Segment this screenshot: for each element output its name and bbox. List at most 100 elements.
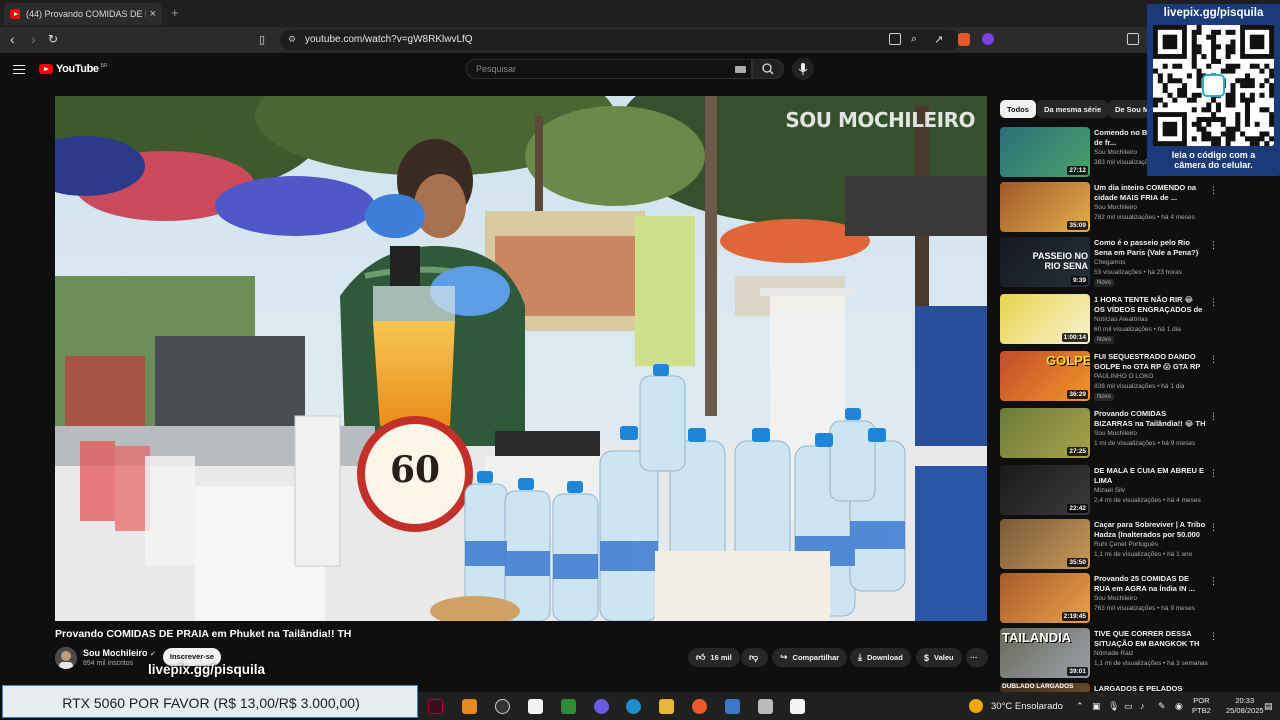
sidebar-toggle-icon[interactable] bbox=[1127, 33, 1139, 45]
bookmark-icon[interactable]: ▯ bbox=[259, 33, 265, 46]
recommendation-item[interactable]: 1:00:14 1 HORA TENTE NÃO RIR 😂 OS VÍDEOS … bbox=[1000, 294, 1220, 346]
recommendation-channel[interactable]: Sou Mochileiro bbox=[1094, 430, 1137, 437]
back-icon[interactable]: ‹ bbox=[10, 31, 15, 47]
keyboard-icon[interactable] bbox=[735, 66, 746, 73]
recommendation-title[interactable]: Caçar para Sobreviver | A Tribo Hadza (I… bbox=[1094, 520, 1206, 540]
recommendation-channel[interactable]: Nômade Raiz bbox=[1094, 650, 1133, 657]
pen-icon[interactable]: ✎ bbox=[1158, 701, 1166, 712]
recommendation-title[interactable]: Um dia inteiro COMENDO na cidade MAIS FR… bbox=[1094, 183, 1206, 203]
more-options-icon[interactable]: ⋮ bbox=[1209, 297, 1218, 308]
recommendation-thumbnail[interactable]: 2:19:45 bbox=[1000, 573, 1090, 623]
recommendation-title[interactable]: Como é o passeio pelo Rio Sena em Paris … bbox=[1094, 238, 1206, 258]
more-options-icon[interactable]: ⋮ bbox=[1209, 185, 1218, 196]
more-options-icon[interactable]: ⋮ bbox=[1209, 631, 1218, 642]
more-options-icon[interactable]: ⋮ bbox=[1209, 522, 1218, 533]
recommendation-thumbnail[interactable]: 35:09 bbox=[1000, 182, 1090, 232]
clock[interactable]: 20:33 25/08/2025 bbox=[1226, 696, 1264, 716]
more-options-icon[interactable]: ⋮ bbox=[1209, 576, 1218, 587]
forward-icon[interactable]: › bbox=[31, 31, 36, 47]
app-icon-10[interactable] bbox=[725, 699, 740, 714]
app-icon-4[interactable] bbox=[528, 699, 543, 714]
recommendation-thumbnail[interactable]: 39:01 TAILANDIA bbox=[1000, 628, 1090, 678]
recommendation-thumbnail[interactable]: 9:39 PASSEIO NO RIO SENA bbox=[1000, 237, 1090, 287]
app-icon-5[interactable] bbox=[561, 699, 576, 714]
channel-avatar[interactable] bbox=[55, 647, 77, 669]
more-options-icon[interactable]: ⋮ bbox=[1209, 354, 1218, 365]
dislike-button[interactable]: 👎︎ bbox=[741, 648, 768, 667]
site-info-icon[interactable]: ⚙ bbox=[288, 34, 296, 45]
recommendation-thumbnail[interactable]: 27:25 bbox=[1000, 408, 1090, 458]
recommendation-title[interactable]: TIVE QUE CORRER DESSA SITUAÇÃO EM BANGKO… bbox=[1094, 629, 1206, 649]
download-button[interactable]: ⤓ Download bbox=[850, 648, 911, 667]
video-player[interactable]: 60 SOU MOCHILEIRO bbox=[55, 96, 987, 621]
reload-icon[interactable]: ↻ bbox=[48, 32, 58, 46]
capcut-icon[interactable] bbox=[790, 699, 805, 714]
menu-icon[interactable] bbox=[13, 65, 25, 74]
brave-icon[interactable] bbox=[692, 699, 707, 714]
mic-tray-icon[interactable]: 🎙︎ bbox=[1108, 701, 1119, 712]
rewards-icon[interactable] bbox=[982, 33, 994, 45]
tray-icon-1[interactable]: ▣ bbox=[1092, 701, 1101, 712]
voice-search-button[interactable] bbox=[792, 58, 814, 80]
recommendation-title[interactable]: Provando COMIDAS BIZARRAS na Tailândia!!… bbox=[1094, 409, 1206, 429]
recommendation-title[interactable]: FUI SEQUESTRADO DANDO GOLPE no GTA RP 😱 … bbox=[1094, 352, 1206, 372]
app-icon-1[interactable] bbox=[428, 699, 443, 714]
recommendation-channel[interactable]: Ruhi Çenet Português bbox=[1094, 541, 1158, 548]
more-options-icon[interactable]: ⋮ bbox=[1209, 468, 1218, 479]
tray-chevron-icon[interactable]: ⌃ bbox=[1076, 701, 1084, 712]
chip-all[interactable]: Todos bbox=[1000, 100, 1036, 118]
app-icon-obs[interactable] bbox=[495, 699, 510, 714]
app-icon-11[interactable] bbox=[758, 699, 773, 714]
discord-icon[interactable] bbox=[594, 699, 609, 714]
recommendation-thumbnail[interactable]: 27:12 bbox=[1000, 127, 1090, 177]
recommendation-title[interactable]: Provando 25 COMIDAS DE RUA em AGRA na Ín… bbox=[1094, 574, 1206, 594]
recommendation-item[interactable]: 2:19:45 Provando 25 COMIDAS DE RUA em AGR… bbox=[1000, 573, 1220, 625]
file-explorer-icon[interactable] bbox=[659, 699, 674, 714]
recommendation-thumbnail[interactable]: 36:29 GOLPE bbox=[1000, 351, 1090, 401]
tab-close-icon[interactable]: × bbox=[150, 8, 156, 20]
recommendation-thumbnail[interactable]: 22:42 bbox=[1000, 465, 1090, 515]
wifi-icon[interactable]: ◉ bbox=[1175, 701, 1183, 712]
youtube-logo[interactable]: YouTube BR bbox=[39, 63, 108, 75]
channel-name[interactable]: Sou Mochileiro ✔ bbox=[83, 648, 156, 658]
new-tab-button[interactable]: + bbox=[171, 5, 179, 20]
recommendation-title[interactable]: DE MALA E CUIA EM ABREU E LIMA bbox=[1094, 466, 1206, 486]
more-options-icon[interactable]: ⋮ bbox=[1209, 240, 1218, 251]
zoom-icon[interactable]: ⌕ bbox=[911, 33, 917, 46]
recommendation-item[interactable]: 36:29 GOLPE FUI SEQUESTRADO DANDO GOLPE no… bbox=[1000, 351, 1220, 403]
recommendation-channel[interactable]: Sou Mochileiro bbox=[1094, 204, 1137, 211]
brave-shield-icon[interactable] bbox=[958, 33, 970, 46]
recommendation-channel[interactable]: Sou Mochileiro bbox=[1094, 149, 1137, 156]
volume-icon[interactable]: ♪ bbox=[1140, 701, 1145, 711]
recommendation-item[interactable]: 39:01 TAILANDIA TIVE QUE CORRER DESSA SITU… bbox=[1000, 628, 1220, 680]
recommendation-item[interactable]: 35:50 Caçar para Sobreviver | A Tribo Had… bbox=[1000, 519, 1220, 571]
edge-icon[interactable] bbox=[626, 699, 641, 714]
weather-widget[interactable]: 30°C Ensolarado bbox=[969, 699, 1063, 713]
search-input[interactable]: Pesquisar bbox=[466, 59, 752, 79]
app-icon-2[interactable] bbox=[462, 699, 477, 714]
url-field[interactable]: ⚙ youtube.com/watch?v=gW8RKlwvLfQ bbox=[280, 30, 960, 50]
network-icon[interactable]: ▭ bbox=[1124, 701, 1133, 712]
chip-from-channel[interactable]: De Sou M bbox=[1108, 100, 1152, 118]
browser-tab[interactable]: (44) Provando COMIDAS DE P × bbox=[4, 3, 162, 25]
recommendation-item[interactable]: 35:09 Um dia inteiro COMENDO na cidade MA… bbox=[1000, 182, 1220, 234]
cast-icon[interactable] bbox=[889, 33, 901, 45]
recommendation-thumbnail[interactable]: 1:00:14 bbox=[1000, 294, 1090, 344]
more-options-icon[interactable]: ⋮ bbox=[1209, 411, 1218, 422]
share-page-icon[interactable]: ↗ bbox=[934, 33, 943, 46]
recommendation-item[interactable]: 22:42 DE MALA E CUIA EM ABREU E LIMA Mizae… bbox=[1000, 465, 1220, 517]
recommendation-channel[interactable]: PAULINHO O LOKO bbox=[1094, 373, 1153, 380]
share-button[interactable]: ↪ Compartilhar bbox=[772, 648, 848, 667]
language-indicator[interactable]: POR PTB2 bbox=[1192, 696, 1211, 716]
notifications-icon[interactable]: ▤ bbox=[1264, 701, 1273, 712]
recommendation-item[interactable]: 9:39 PASSEIO NO RIO SENA Como é o passeio … bbox=[1000, 237, 1220, 289]
recommendation-thumbnail[interactable]: 35:50 bbox=[1000, 519, 1090, 569]
recommendation-title[interactable]: 1 HORA TENTE NÃO RIR 😂 OS VÍDEOS ENGRAÇA… bbox=[1094, 295, 1206, 315]
like-button[interactable]: 👍︎ 16 mil bbox=[688, 648, 740, 667]
recommendation-item[interactable]: 27:25 Provando COMIDAS BIZARRAS na Tailân… bbox=[1000, 408, 1220, 460]
recommendation-channel[interactable]: Mizael Silv bbox=[1094, 487, 1125, 494]
recommendation-channel[interactable]: Chegamos bbox=[1094, 259, 1125, 266]
chip-same-series[interactable]: Da mesma série bbox=[1037, 100, 1109, 118]
more-actions-button[interactable]: ··· bbox=[966, 648, 988, 667]
recommendation-channel[interactable]: Sou Mochileiro bbox=[1094, 595, 1137, 602]
